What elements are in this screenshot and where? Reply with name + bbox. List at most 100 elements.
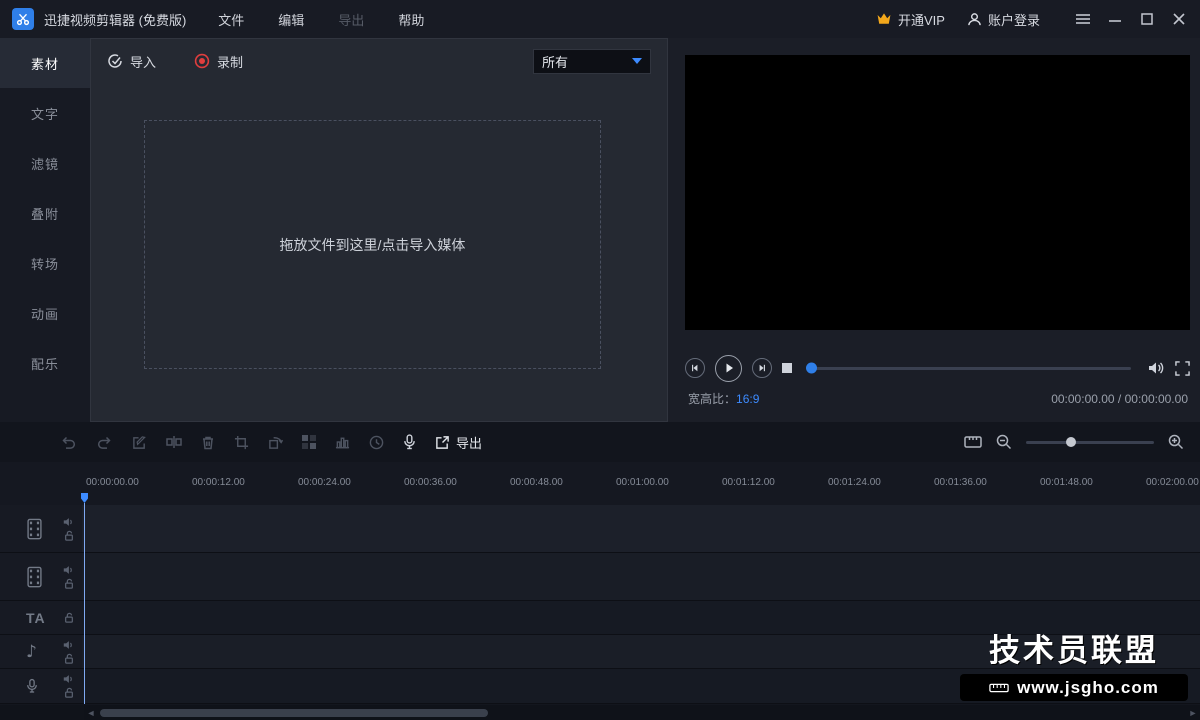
watermark-url: www.jsgho.com bbox=[1017, 678, 1159, 698]
ruler-label: 00:00:48.00 bbox=[510, 477, 563, 488]
film-strip-icon bbox=[26, 518, 43, 540]
menu-file[interactable]: 文件 bbox=[218, 10, 244, 29]
vip-button[interactable]: 开通VIP bbox=[876, 10, 945, 29]
user-icon bbox=[967, 12, 982, 27]
media-filter-dropdown[interactable]: 所有 bbox=[533, 49, 651, 74]
close-button[interactable] bbox=[1172, 12, 1186, 26]
login-label: 账户登录 bbox=[988, 10, 1040, 29]
video-track-lane[interactable] bbox=[82, 505, 1200, 553]
microphone-icon bbox=[26, 678, 38, 694]
zoom-in-icon[interactable] bbox=[1168, 434, 1184, 450]
ruler-label: 00:00:12.00 bbox=[192, 477, 245, 488]
timecode: 00:00:00.00 / 00:00:00.00 bbox=[1051, 392, 1188, 406]
track-header-text: TA bbox=[0, 601, 82, 635]
next-frame-button[interactable] bbox=[752, 358, 772, 378]
timeline-zoom-slider[interactable] bbox=[1026, 441, 1154, 444]
account-login-button[interactable]: 账户登录 bbox=[967, 10, 1040, 29]
ruler-label: 00:00:36.00 bbox=[404, 477, 457, 488]
watermark-title: 技术员联盟 bbox=[960, 625, 1188, 670]
redo-icon[interactable] bbox=[96, 435, 113, 450]
mute-track-icon[interactable] bbox=[63, 640, 74, 650]
hamburger-menu-icon[interactable] bbox=[1076, 12, 1090, 26]
zoom-out-icon[interactable] bbox=[996, 434, 1012, 450]
export-button[interactable]: 导出 bbox=[435, 433, 482, 452]
scroll-left-arrow[interactable]: ◄ bbox=[84, 705, 98, 720]
record-button[interactable]: 录制 bbox=[194, 52, 243, 71]
undo-icon[interactable] bbox=[60, 435, 77, 450]
lock-track-icon[interactable] bbox=[64, 578, 74, 589]
duration-icon[interactable] bbox=[369, 435, 384, 450]
media-dropzone[interactable]: 拖放文件到这里/点击导入媒体 bbox=[144, 120, 601, 369]
ruler-label: 00:00:00.00 bbox=[86, 477, 139, 488]
export-icon bbox=[435, 435, 450, 450]
preview-panel: 宽高比： 16:9 00:00:00.00 / 00:00:00.00 bbox=[668, 38, 1200, 422]
lock-track-icon[interactable] bbox=[64, 653, 74, 664]
sidebar-item-animation[interactable]: 动画 bbox=[0, 288, 90, 338]
aspect-ratio-label: 宽高比： bbox=[688, 390, 736, 407]
mute-track-icon[interactable] bbox=[63, 517, 74, 527]
stop-button[interactable] bbox=[782, 363, 792, 373]
ruler-icon bbox=[989, 681, 1009, 695]
play-button[interactable] bbox=[715, 355, 742, 382]
sidebar-item-transition[interactable]: 转场 bbox=[0, 238, 90, 288]
ruler-ticks bbox=[84, 491, 1200, 504]
sidebar-item-filter[interactable]: 滤镜 bbox=[0, 138, 90, 188]
split-icon[interactable] bbox=[166, 435, 182, 449]
scrollbar-thumb[interactable] bbox=[100, 709, 488, 717]
import-icon bbox=[107, 53, 123, 69]
record-label: 录制 bbox=[217, 52, 243, 71]
video-preview bbox=[685, 55, 1190, 330]
fullscreen-icon[interactable] bbox=[1175, 361, 1190, 376]
menu-edit[interactable]: 编辑 bbox=[278, 10, 304, 29]
voiceover-mic-icon[interactable] bbox=[403, 434, 416, 450]
timeline-toolbar: 导出 bbox=[0, 422, 1200, 462]
crop-icon[interactable] bbox=[234, 435, 249, 450]
chart-icon[interactable] bbox=[335, 435, 350, 449]
vip-label: 开通VIP bbox=[898, 10, 945, 29]
text-track-icon: TA bbox=[26, 610, 46, 626]
sidebar-item-music[interactable]: 配乐 bbox=[0, 338, 90, 388]
sidebar-item-text[interactable]: 文字 bbox=[0, 88, 90, 138]
minimize-button[interactable] bbox=[1108, 12, 1122, 26]
ruler-label: 00:02:00.00 bbox=[1146, 477, 1199, 488]
rotate-icon[interactable] bbox=[268, 435, 283, 450]
mute-track-icon[interactable] bbox=[63, 565, 74, 575]
seek-slider[interactable] bbox=[808, 367, 1131, 370]
sidebar-item-material[interactable]: 素材 bbox=[0, 38, 90, 88]
volume-icon[interactable] bbox=[1147, 360, 1165, 376]
import-label: 导入 bbox=[130, 52, 156, 71]
lock-track-icon[interactable] bbox=[64, 687, 74, 698]
app-title: 迅捷视频剪辑器 (免费版) bbox=[44, 10, 186, 29]
sidebar: 素材 文字 滤镜 叠附 转场 动画 配乐 bbox=[0, 38, 90, 422]
mosaic-icon[interactable] bbox=[302, 435, 316, 449]
watermark: 技术员联盟 www.jsgho.com bbox=[960, 625, 1188, 701]
vip-crown-icon bbox=[876, 12, 892, 26]
delete-icon[interactable] bbox=[201, 435, 215, 450]
ruler-label: 00:01:36.00 bbox=[934, 477, 987, 488]
previous-frame-button[interactable] bbox=[685, 358, 705, 378]
overlay-track-lane[interactable] bbox=[82, 553, 1200, 601]
import-button[interactable]: 导入 bbox=[107, 52, 156, 71]
mute-track-icon[interactable] bbox=[63, 674, 74, 684]
fit-timeline-icon[interactable] bbox=[964, 435, 982, 449]
menu-help[interactable]: 帮助 bbox=[398, 10, 424, 29]
sidebar-item-overlay[interactable]: 叠附 bbox=[0, 188, 90, 238]
chevron-down-icon bbox=[632, 58, 642, 64]
scroll-right-arrow[interactable]: ► bbox=[1186, 705, 1200, 720]
menu-export[interactable]: 导出 bbox=[338, 10, 364, 29]
menu-bar: 文件 编辑 导出 帮助 bbox=[218, 10, 424, 29]
timeline-zoom-handle[interactable] bbox=[1066, 437, 1076, 447]
seek-handle[interactable] bbox=[806, 363, 817, 374]
export-label: 导出 bbox=[456, 433, 482, 452]
media-panel: 导入 录制 所有 拖放文件到这里/点击导入媒体 bbox=[90, 38, 668, 422]
ruler-label: 00:00:24.00 bbox=[298, 477, 351, 488]
timeline-ruler[interactable]: 00:00:00.00 00:00:12.00 00:00:24.00 00:0… bbox=[0, 462, 1200, 505]
music-note-icon: ♪ bbox=[26, 642, 37, 662]
lock-track-icon[interactable] bbox=[64, 530, 74, 541]
edit-icon[interactable] bbox=[132, 435, 147, 450]
aspect-ratio-value[interactable]: 16:9 bbox=[736, 392, 759, 406]
horizontal-scrollbar[interactable]: ◄ ► bbox=[84, 705, 1200, 720]
film-strip-icon bbox=[26, 566, 43, 588]
maximize-button[interactable] bbox=[1140, 12, 1154, 26]
lock-track-icon[interactable] bbox=[64, 612, 74, 623]
